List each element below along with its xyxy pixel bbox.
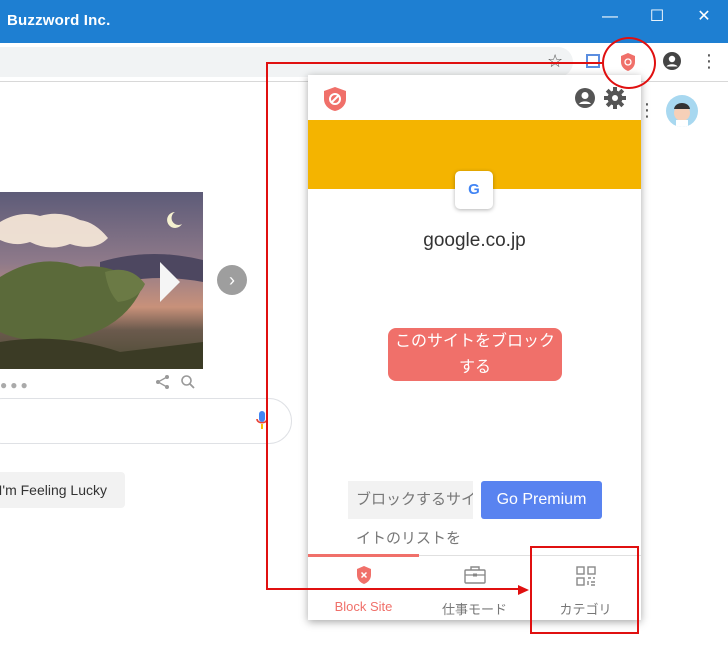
briefcase-icon	[419, 565, 530, 588]
doodle-search-icon[interactable]	[180, 374, 196, 395]
settings-gear-icon[interactable]	[603, 86, 627, 115]
minimize-button[interactable]: —	[595, 6, 625, 28]
feeling-lucky-button[interactable]: I'm Feeling Lucky	[0, 472, 125, 508]
go-premium-button[interactable]: Go Premium	[481, 481, 602, 519]
doodle-dots: ●●●	[0, 378, 31, 392]
share-icon[interactable]	[155, 374, 171, 395]
block-this-site-button[interactable]: このサイトをブロックする	[388, 328, 562, 381]
profile-icon[interactable]	[662, 51, 682, 76]
reader-icon[interactable]	[586, 54, 600, 68]
annotation-line-top	[266, 62, 603, 64]
blocked-list-overflow-text: イトのリストを	[356, 530, 462, 547]
blocked-list-button[interactable]: ブロックするサイトのリストを	[348, 481, 473, 519]
google-doodle[interactable]	[0, 192, 203, 369]
annotation-line-bottom	[266, 588, 520, 590]
account-icon[interactable]	[574, 87, 596, 114]
annotation-arrowhead-icon	[518, 583, 530, 601]
popup-logo-icon	[322, 86, 348, 117]
window-title: Buzzword Inc.	[7, 12, 111, 29]
maximize-button[interactable]: ☐	[642, 6, 672, 28]
close-button[interactable]: ✕	[689, 6, 719, 28]
kebab-menu-icon[interactable]: ⋮	[700, 51, 718, 71]
block-site-popup: G google.co.jp このサイトをブロックする ブロックするサイトのリス…	[308, 75, 641, 620]
doodle-next-button[interactable]: ›	[217, 265, 247, 295]
annotation-line-left	[266, 62, 268, 590]
current-domain: google.co.jp	[423, 230, 526, 251]
tab-label: Block Site	[334, 599, 393, 614]
site-favicon: G	[455, 171, 493, 209]
doodle-illustration	[0, 212, 203, 369]
avatar[interactable]	[666, 95, 698, 127]
annotation-rectangle	[530, 546, 639, 634]
tab-label: 仕事モード	[441, 602, 507, 617]
google-favicon-letter: G	[468, 181, 480, 198]
annotation-circle	[602, 37, 656, 89]
search-input[interactable]	[0, 398, 292, 444]
shield-icon	[308, 565, 419, 588]
